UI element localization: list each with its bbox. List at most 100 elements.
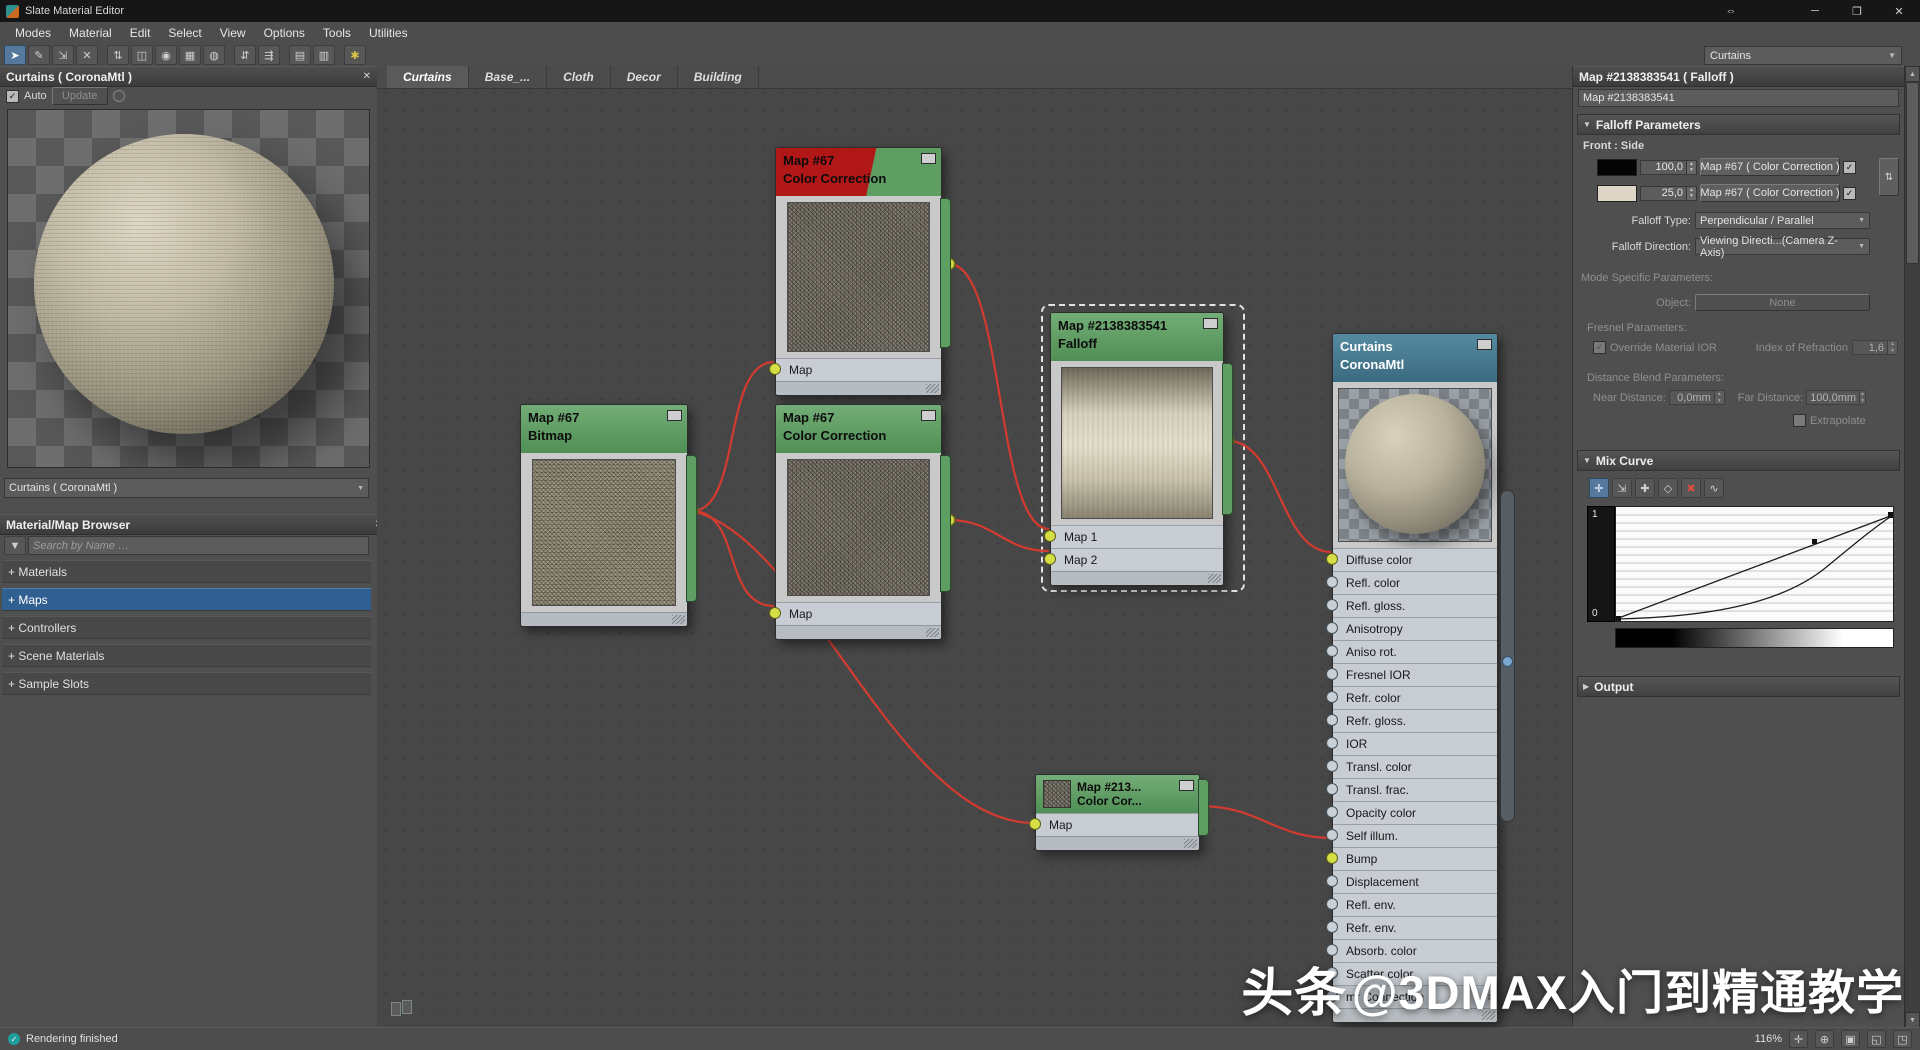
show-background-icon[interactable]: ▦ [179, 45, 201, 65]
front-map-button[interactable]: Map #67 ( Color Correction ) [1700, 158, 1840, 176]
input-socket[interactable] [1326, 852, 1338, 864]
slot-refl-env[interactable]: Refl. env. [1333, 893, 1497, 916]
input-socket[interactable] [1326, 645, 1338, 657]
zoom-extents-icon[interactable]: ◱ [1867, 1030, 1886, 1048]
pick-material-icon[interactable]: ✎ [28, 45, 50, 65]
pin-icon[interactable] [113, 90, 125, 102]
falloff-direction-dropdown[interactable]: Viewing Directi...(Camera Z-Axis)▼ [1695, 238, 1870, 255]
delete-selected-icon[interactable]: ✕ [76, 45, 98, 65]
pan-icon[interactable]: ✛ [1789, 1030, 1808, 1048]
front-map-enable-checkbox[interactable]: ✓ [1843, 161, 1856, 174]
select-by-material-icon[interactable]: ✱ [344, 45, 366, 65]
search-input[interactable] [28, 536, 369, 555]
mix-curve-graph[interactable]: 1 0 [1587, 506, 1894, 622]
input-socket[interactable] [1326, 737, 1338, 749]
input-socket[interactable] [1326, 576, 1338, 588]
node-color-correction-small[interactable]: Map #213... Color Cor... Map [1035, 774, 1200, 851]
tab-base[interactable]: Base_... [469, 66, 547, 88]
falloff-type-dropdown[interactable]: Perpendicular / Parallel▼ [1695, 212, 1870, 229]
move-point-tool-icon[interactable]: ✛ [1589, 478, 1609, 498]
browser-item-maps[interactable]: + Maps [2, 588, 371, 611]
scroll-up-icon[interactable]: ▲ [1905, 66, 1920, 82]
input-socket[interactable] [769, 363, 781, 375]
auto-checkbox[interactable]: ✓ [6, 90, 19, 103]
object-none-button[interactable]: None [1695, 294, 1870, 311]
input-socket[interactable] [1044, 530, 1056, 542]
scroll-down-icon[interactable]: ▼ [1905, 1012, 1920, 1028]
override-ior-checkbox[interactable]: ✓ [1593, 341, 1606, 354]
slot-transl-frac[interactable]: Transl. frac. [1333, 778, 1497, 801]
move-children-icon[interactable]: ⇅ [107, 45, 129, 65]
minimize-button[interactable]: ─ [1794, 0, 1836, 22]
output-socket[interactable] [1222, 363, 1233, 515]
slot-map-2[interactable]: Map 2 [1051, 548, 1223, 571]
node-header[interactable]: Map #67 Color Correction [776, 148, 941, 196]
input-socket[interactable] [1326, 668, 1338, 680]
slot-opacity-color[interactable]: Opacity color [1333, 801, 1497, 824]
input-socket[interactable] [1326, 898, 1338, 910]
slot-map[interactable]: Map [1036, 813, 1199, 836]
preview-panel-header[interactable]: Curtains ( CoronaMtl ) ✕ [0, 66, 377, 87]
material-map-browser-toggle-icon[interactable]: ▤ [289, 45, 311, 65]
front-color-swatch[interactable] [1597, 159, 1637, 176]
maximize-button[interactable]: ❐ [1836, 0, 1878, 22]
menu-tools[interactable]: Tools [314, 26, 360, 40]
side-map-enable-checkbox[interactable]: ✓ [1843, 187, 1856, 200]
output-socket[interactable] [940, 455, 951, 592]
close-button[interactable]: ✕ [1878, 0, 1920, 22]
input-socket[interactable] [1326, 622, 1338, 634]
browser-options-icon[interactable]: ▼ [4, 536, 26, 555]
map-name-field[interactable] [1578, 89, 1899, 107]
slot-refr-gloss[interactable]: Refr. gloss. [1333, 709, 1497, 732]
slot-map[interactable]: Map [776, 358, 941, 381]
browser-item-controllers[interactable]: + Controllers [2, 616, 371, 639]
slot-map-1[interactable]: Map 1 [1051, 525, 1223, 548]
collapse-node-icon[interactable] [1477, 339, 1492, 350]
node-header[interactable]: Map #67 Color Correction [776, 405, 941, 453]
collapse-node-icon[interactable] [667, 410, 682, 421]
slot-aniso-rot[interactable]: Aniso rot. [1333, 640, 1497, 663]
parameter-panel-header[interactable]: Map #2138383541 ( Falloff ) [1573, 66, 1906, 87]
near-distance-spinner[interactable]: 0,0mm ▲▼ [1669, 390, 1725, 405]
collapse-node-icon[interactable] [1179, 780, 1194, 791]
input-socket[interactable] [1326, 599, 1338, 611]
input-socket[interactable] [1044, 553, 1056, 565]
node-color-correction-mid[interactable]: Map #67 Color Correction Map [775, 404, 942, 640]
input-socket[interactable] [1326, 553, 1338, 565]
input-socket[interactable] [1326, 921, 1338, 933]
input-socket[interactable] [1326, 806, 1338, 818]
menu-options[interactable]: Options [255, 26, 314, 40]
collapse-node-icon[interactable] [1203, 318, 1218, 329]
slot-map[interactable]: Map [776, 602, 941, 625]
slot-refl-gloss[interactable]: Refl. gloss. [1333, 594, 1497, 617]
collapse-node-icon[interactable] [921, 153, 936, 164]
menu-modes[interactable]: Modes [6, 26, 60, 40]
input-socket[interactable] [1326, 829, 1338, 841]
delete-point-tool-icon[interactable]: ✖ [1681, 478, 1701, 498]
node-color-correction-top[interactable]: Map #67 Color Correction Map [775, 147, 942, 396]
select-tool-icon[interactable]: ➤ [4, 45, 26, 65]
input-socket[interactable] [1029, 818, 1041, 830]
side-map-button[interactable]: Map #67 ( Color Correction ) [1700, 184, 1840, 202]
node-bitmap[interactable]: Map #67 Bitmap [520, 404, 688, 627]
assign-material-icon[interactable]: ⇲ [52, 45, 74, 65]
browser-panel-header[interactable]: Material/Map Browser ✕ [0, 514, 389, 535]
far-distance-spinner[interactable]: 100,0mm ▲▼ [1806, 390, 1864, 405]
resize-handle[interactable] [926, 628, 939, 637]
output-socket[interactable] [686, 455, 697, 602]
browser-item-materials[interactable]: + Materials [2, 560, 371, 583]
browser-item-scene-materials[interactable]: + Scene Materials [2, 644, 371, 667]
active-view-dropdown[interactable]: Curtains▼ [1704, 46, 1902, 65]
node-header[interactable]: Map #2138383541 Falloff [1051, 313, 1223, 361]
rollout-mix-curve[interactable]: ▼ Mix Curve [1577, 450, 1900, 471]
scale-point-tool-icon[interactable]: ⇲ [1612, 478, 1632, 498]
slot-fresnel-ior[interactable]: Fresnel IOR [1333, 663, 1497, 686]
menu-select[interactable]: Select [159, 26, 210, 40]
rollout-falloff-parameters[interactable]: ▼ Falloff Parameters [1577, 114, 1900, 135]
curve-plot[interactable] [1615, 506, 1894, 622]
slot-refr-color[interactable]: Refr. color [1333, 686, 1497, 709]
input-socket[interactable] [1326, 875, 1338, 887]
slot-ior[interactable]: IOR [1333, 732, 1497, 755]
zoom-region-icon[interactable]: ▣ [1841, 1030, 1860, 1048]
node-slot-scrollbar[interactable] [1500, 490, 1515, 822]
